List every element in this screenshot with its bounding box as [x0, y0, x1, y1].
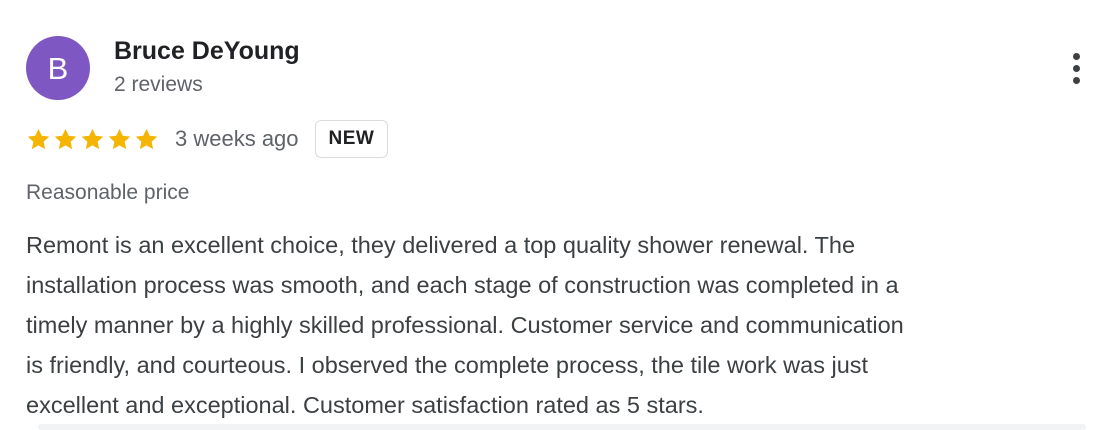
review-text: Remont is an excellent choice, they deli…	[26, 225, 1096, 425]
review-text-line: Remont is an excellent choice, they deli…	[26, 232, 856, 258]
avatar[interactable]: B	[26, 36, 90, 100]
more-vert-dot	[1072, 64, 1080, 72]
review-date: 3 weeks ago	[175, 126, 299, 151]
more-vert-dot	[1072, 76, 1080, 84]
avatar-initial: B	[47, 50, 69, 86]
review-text-line: installation process was smooth, and eac…	[26, 272, 899, 298]
star-icon	[81, 128, 104, 149]
new-badge: NEW	[314, 120, 389, 158]
star-icon	[27, 128, 50, 149]
review-tag: Reasonable price	[26, 181, 190, 204]
more-vert-icon	[1072, 52, 1080, 84]
reviewer-review-count[interactable]: 2 reviews	[114, 70, 203, 100]
reviewer-name[interactable]: Bruce DeYoung	[114, 34, 300, 68]
more-vert-dot	[1072, 52, 1080, 60]
review-text-line: timely manner by a highly skilled profes…	[26, 312, 904, 338]
star-icon	[108, 128, 131, 149]
review-text-line: excellent and exceptional. Customer sati…	[26, 392, 704, 418]
review-card: B Bruce DeYoung 2 reviews 3 weeks ago NE…	[0, 0, 1108, 430]
star-icon	[54, 128, 77, 149]
divider	[38, 424, 1086, 430]
rating-row: 3 weeks ago NEW	[26, 118, 389, 160]
star-rating	[26, 127, 159, 152]
review-text-line: is friendly, and courteous. I observed t…	[26, 352, 869, 378]
more-options-button[interactable]	[1058, 48, 1094, 88]
star-icon	[135, 128, 158, 149]
